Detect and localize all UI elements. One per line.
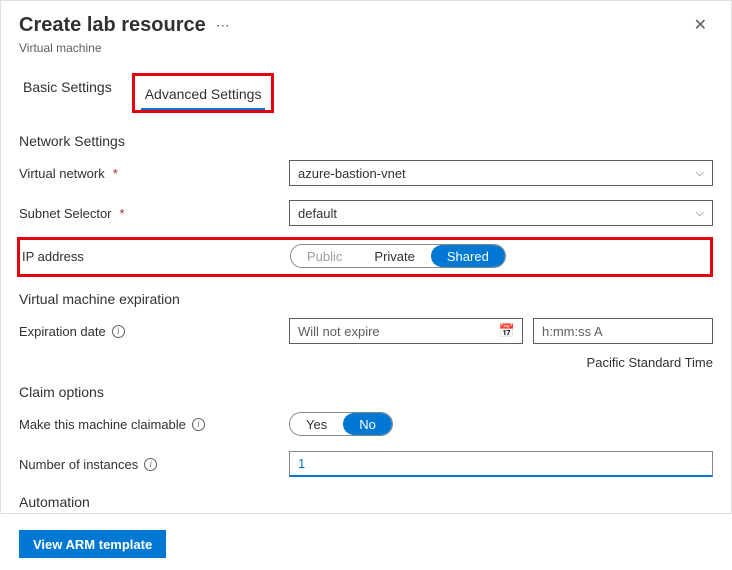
label-virtual-network: Virtual network* — [19, 166, 289, 181]
more-icon[interactable]: ⋯ — [216, 17, 230, 34]
pill-claimable-yes[interactable]: Yes — [290, 413, 343, 435]
pill-claimable-no[interactable]: No — [343, 413, 392, 435]
timezone-label: Pacific Standard Time — [19, 355, 713, 370]
label-number-instances: Number of instances i — [19, 457, 289, 472]
info-icon[interactable]: i — [112, 325, 125, 338]
close-icon[interactable]: ✕ — [688, 11, 713, 39]
highlight-ip-address: IP address Public Private Shared — [17, 237, 713, 277]
toggle-claimable: Yes No — [289, 412, 393, 436]
section-claim-options: Claim options — [19, 384, 713, 400]
input-number-instances[interactable] — [289, 451, 713, 477]
tab-basic-settings[interactable]: Basic Settings — [19, 73, 116, 113]
view-arm-template-button[interactable]: View ARM template — [19, 530, 166, 558]
page-title: Create lab resource — [19, 14, 206, 37]
tab-bar: Basic Settings Advanced Settings — [1, 61, 731, 113]
label-ip-address: IP address — [20, 249, 290, 264]
blade-header: Create lab resource ⋯ ✕ Virtual machine — [1, 1, 731, 61]
page-subtitle: Virtual machine — [19, 41, 713, 55]
label-subnet-selector: Subnet Selector* — [19, 206, 289, 221]
value-virtual-network: azure-bastion-vnet — [298, 166, 406, 181]
pill-ip-private[interactable]: Private — [358, 245, 430, 267]
info-icon[interactable]: i — [192, 418, 205, 431]
select-virtual-network[interactable]: azure-bastion-vnet ⌵ — [289, 160, 713, 186]
section-automation: Automation — [19, 494, 713, 510]
pill-ip-shared[interactable]: Shared — [431, 245, 505, 267]
value-subnet: default — [298, 206, 337, 221]
select-subnet[interactable]: default ⌵ — [289, 200, 713, 226]
label-claimable: Make this machine claimable i — [19, 417, 289, 432]
section-expiration: Virtual machine expiration — [19, 291, 713, 307]
label-expiration-date: Expiration date i — [19, 324, 289, 339]
tab-advanced-settings[interactable]: Advanced Settings — [141, 80, 266, 110]
highlight-advanced-tab: Advanced Settings — [132, 73, 275, 113]
toggle-ip-address: Public Private Shared — [290, 244, 506, 268]
chevron-down-icon: ⌵ — [696, 167, 704, 180]
section-network: Network Settings — [19, 133, 713, 149]
pill-ip-public: Public — [291, 245, 358, 267]
info-icon[interactable]: i — [144, 458, 157, 471]
chevron-down-icon: ⌵ — [696, 207, 704, 220]
input-expiration-date[interactable] — [289, 318, 523, 344]
input-expiration-time[interactable] — [533, 318, 713, 344]
